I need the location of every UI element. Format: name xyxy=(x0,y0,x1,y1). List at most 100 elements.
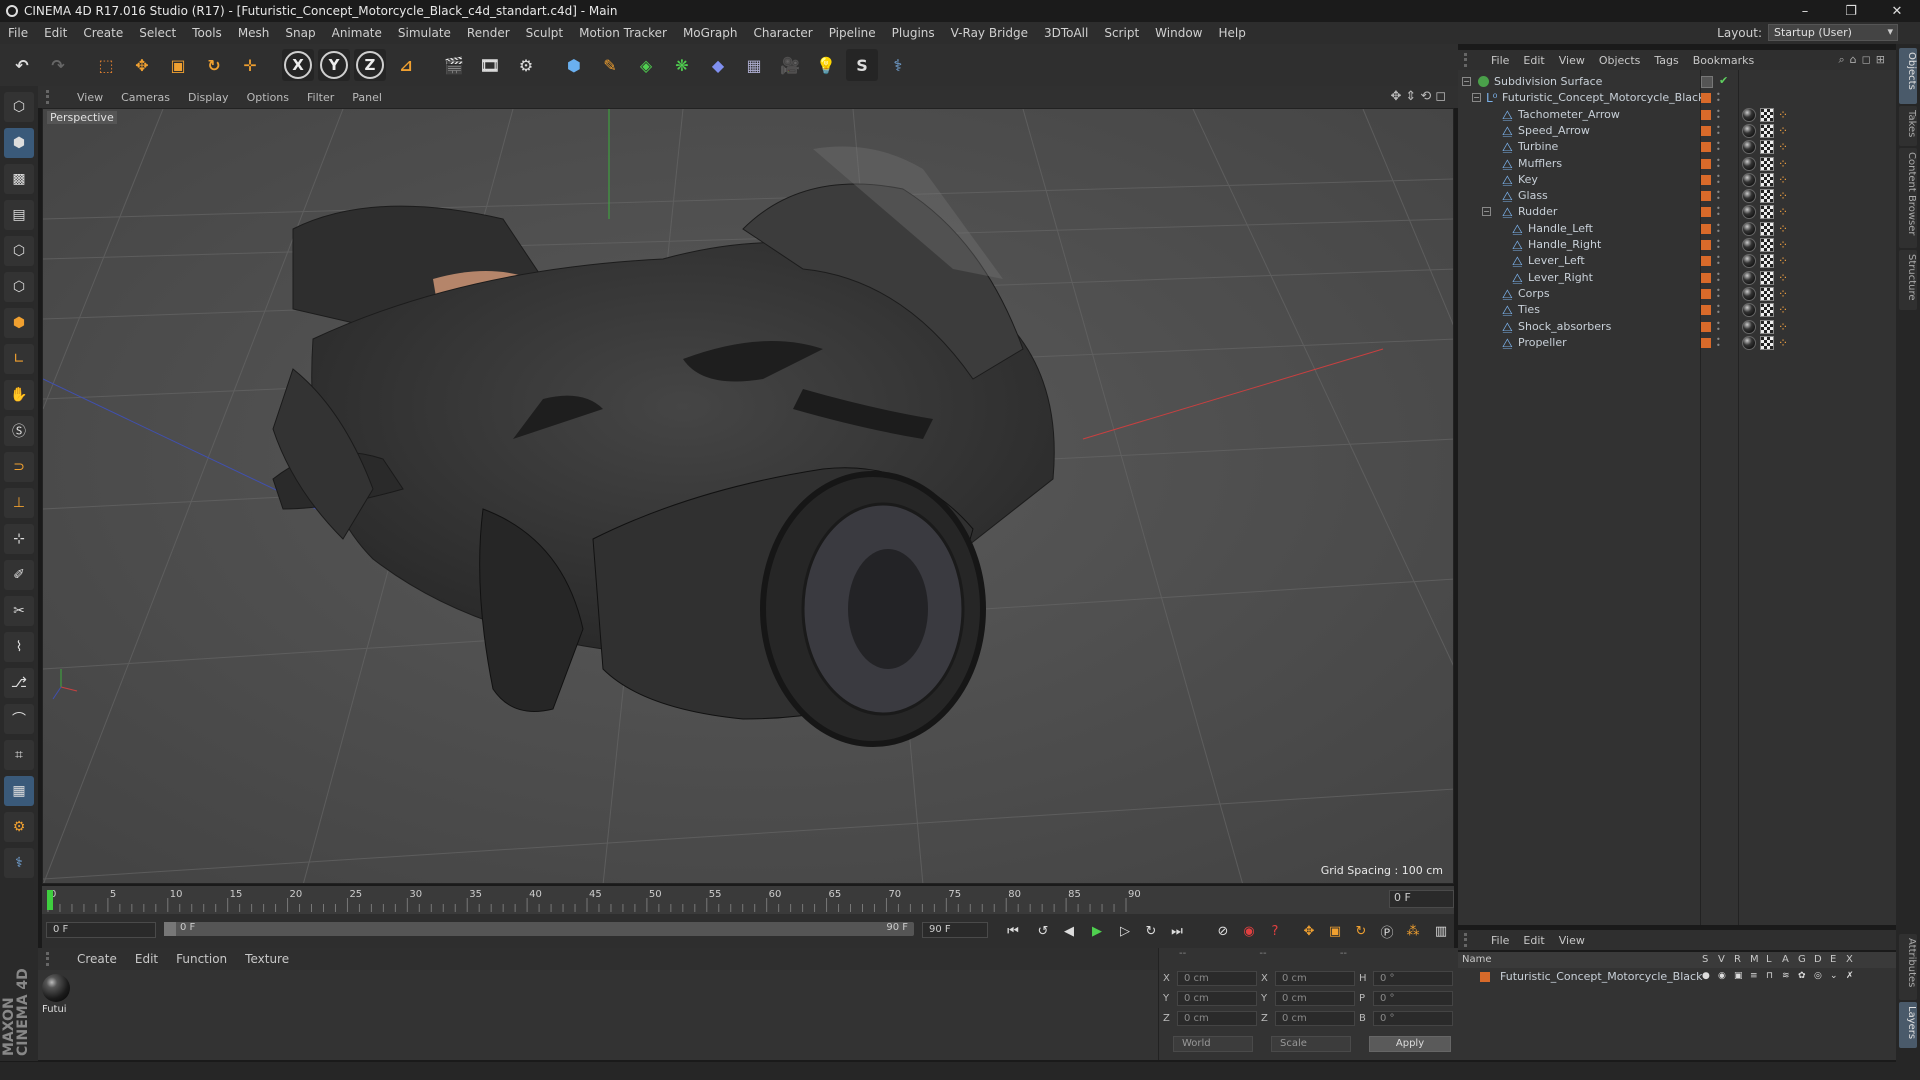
goto-end-icon[interactable]: ⏭ xyxy=(1166,920,1188,942)
polygons-mode-icon[interactable]: ⬢ xyxy=(4,308,34,338)
menu-pipeline[interactable]: Pipeline xyxy=(821,26,884,40)
om-menu-edit[interactable]: Edit xyxy=(1516,54,1551,67)
move-tool-icon[interactable]: ✥ xyxy=(126,49,158,81)
panel-grip[interactable] xyxy=(1464,933,1476,947)
sculpt-icon[interactable]: ⚙ xyxy=(4,812,34,842)
uvw-tag-icon[interactable] xyxy=(1760,270,1774,285)
object-name[interactable]: Lever_Left xyxy=(1528,254,1585,267)
subdivision-generator-icon[interactable]: ◈ xyxy=(630,49,662,81)
rotation-b-field[interactable]: 0 ° xyxy=(1373,1010,1453,1026)
layer-manager-icon[interactable]: ≡ xyxy=(1750,971,1760,981)
snap-icon[interactable]: Ⓢ xyxy=(4,416,34,446)
material-swatch[interactable]: Futui xyxy=(42,974,72,1015)
panel-grip[interactable] xyxy=(46,90,58,104)
object-name[interactable]: Lever_Right xyxy=(1528,271,1593,284)
next-frame-icon[interactable]: ▷ xyxy=(1114,920,1136,942)
viewport-navigation-icons[interactable]: ✥⇕⟲◻ xyxy=(1391,89,1450,104)
end-frame-field[interactable]: 90 F xyxy=(922,922,988,938)
layer-expressions-icon[interactable]: ⌄ xyxy=(1830,971,1840,981)
layer-assign-icon[interactable] xyxy=(1701,76,1713,88)
menu-render[interactable]: Render xyxy=(459,26,518,40)
viewport-menu-cameras[interactable]: Cameras xyxy=(112,91,179,104)
layer-animation-icon[interactable]: ≋ xyxy=(1782,971,1792,981)
menu-3dtoall[interactable]: 3DToAll xyxy=(1036,26,1096,40)
object-name[interactable]: Tachometer_Arrow xyxy=(1518,108,1620,121)
key-scale-icon[interactable]: ▣ xyxy=(1324,920,1346,942)
visibility-dots-icon[interactable]: • • xyxy=(1716,238,1721,252)
visibility-dots-icon[interactable]: • • xyxy=(1716,205,1721,219)
material-tag-icon[interactable] xyxy=(1742,205,1756,220)
layer-color-icon[interactable] xyxy=(1701,93,1711,104)
workplane-icon[interactable]: ▤ xyxy=(4,200,34,230)
cube-primitive-icon[interactable]: ⬢ xyxy=(558,49,590,81)
record-keys-icon[interactable]: ◉ xyxy=(1238,920,1260,942)
layer-color-icon[interactable] xyxy=(1701,125,1711,136)
vray-tag-icon[interactable]: ⁘ xyxy=(1778,320,1792,334)
vray-tag-icon[interactable]: ⁘ xyxy=(1778,205,1792,219)
menu-sculpt[interactable]: Sculpt xyxy=(518,26,571,40)
menu-plugins[interactable]: Plugins xyxy=(884,26,943,40)
lock-workplane-icon[interactable]: ⊹ xyxy=(4,524,34,554)
vray-tag-icon[interactable]: ⁘ xyxy=(1778,157,1792,171)
uvw-tag-icon[interactable] xyxy=(1760,238,1774,252)
vray-tag-icon[interactable]: ⁘ xyxy=(1778,287,1792,301)
axis-mode-icon[interactable]: ∟ xyxy=(4,344,34,374)
vray-tag-icon[interactable]: ⁘ xyxy=(1778,222,1792,236)
render-settings-icon[interactable]: ⚙ xyxy=(510,49,542,81)
key-pla-icon[interactable]: ⁂ xyxy=(1402,920,1424,942)
vray-tag-icon[interactable]: ⁘ xyxy=(1778,254,1792,268)
cloner-icon[interactable]: ❋ xyxy=(666,49,698,81)
object-name[interactable]: Handle_Right xyxy=(1528,238,1601,251)
layer-color-icon[interactable] xyxy=(1701,256,1711,267)
layer-column-m[interactable]: M xyxy=(1750,954,1759,965)
visibility-dots-icon[interactable]: • • xyxy=(1716,140,1721,154)
menu-simulate[interactable]: Simulate xyxy=(390,26,459,40)
visibility-dots-icon[interactable]: • • xyxy=(1716,107,1721,121)
render-picture-viewer-icon[interactable]: 🎞 xyxy=(474,49,506,81)
layer-column-r[interactable]: R xyxy=(1734,954,1741,965)
vray-tag-icon[interactable]: ⁘ xyxy=(1778,271,1792,285)
layer-column-g[interactable]: G xyxy=(1798,954,1806,965)
z-axis-lock-button[interactable]: Z xyxy=(354,49,386,81)
material-tag-icon[interactable] xyxy=(1742,156,1756,171)
lm-menu-file[interactable]: File xyxy=(1484,934,1516,947)
vray-tag-icon[interactable]: ⁘ xyxy=(1778,303,1792,317)
layer-generators-icon[interactable]: ✿ xyxy=(1798,971,1808,981)
position-y-field[interactable]: 0 cm xyxy=(1177,990,1257,1006)
expand-toggle-icon[interactable]: − xyxy=(1472,93,1481,103)
object-name[interactable]: Shock_absorbers xyxy=(1518,320,1611,333)
object-name[interactable]: Glass xyxy=(1518,189,1548,202)
layer-column-name[interactable]: Name xyxy=(1462,954,1492,965)
layer-color-icon[interactable] xyxy=(1701,142,1711,153)
panel-grip[interactable] xyxy=(1464,53,1476,67)
extrude-icon[interactable]: ⎇ xyxy=(4,668,34,698)
layer-column-e[interactable]: E xyxy=(1830,954,1836,965)
x-axis-lock-button[interactable]: X xyxy=(282,49,314,81)
close-button[interactable]: ✕ xyxy=(1874,0,1920,22)
viewport-menu-options[interactable]: Options xyxy=(238,91,298,104)
visibility-dots-icon[interactable]: • • xyxy=(1716,286,1721,300)
bevel-icon[interactable]: ⌒ xyxy=(4,704,34,734)
object-name[interactable]: Handle_Left xyxy=(1528,222,1593,235)
object-name[interactable]: Mufflers xyxy=(1518,157,1562,170)
layer-visible-icon[interactable]: ◉ xyxy=(1718,971,1728,981)
vray-tag-icon[interactable]: ⁘ xyxy=(1778,189,1792,203)
menu-window[interactable]: Window xyxy=(1147,26,1210,40)
uvw-tag-icon[interactable] xyxy=(1760,319,1774,334)
bridge-icon[interactable]: ⌇ xyxy=(4,632,34,662)
motion-path-icon[interactable]: ⊘ xyxy=(1212,920,1234,942)
previous-frame-icon[interactable]: ◀ xyxy=(1058,920,1080,942)
lm-menu-view[interactable]: View xyxy=(1552,934,1592,947)
layer-color-icon[interactable] xyxy=(1701,207,1711,218)
layer-color-swatch[interactable] xyxy=(1480,972,1490,982)
uvw-tag-icon[interactable] xyxy=(1760,172,1774,187)
material-menu-create[interactable]: Create xyxy=(68,952,126,966)
layer-color-icon[interactable] xyxy=(1701,223,1711,234)
layer-color-icon[interactable] xyxy=(1701,288,1711,299)
uvw-tag-icon[interactable] xyxy=(1760,123,1774,138)
brush-icon[interactable]: ✐ xyxy=(4,560,34,590)
current-frame-field[interactable]: 0 F xyxy=(1389,890,1454,908)
vray-tag-icon[interactable]: ⁘ xyxy=(1778,140,1792,154)
tab-takes[interactable]: Takes xyxy=(1899,106,1917,146)
material-tag-icon[interactable] xyxy=(1742,123,1756,138)
